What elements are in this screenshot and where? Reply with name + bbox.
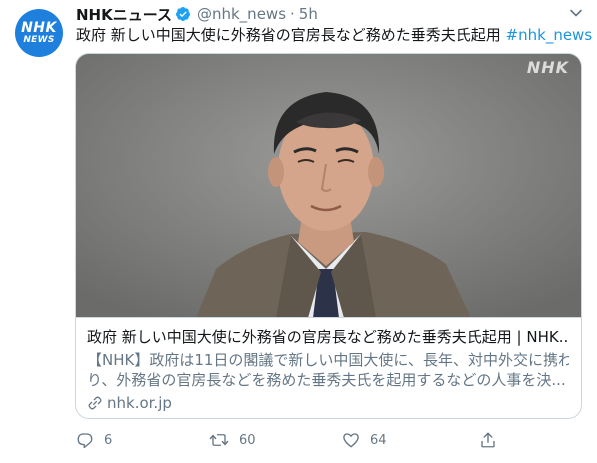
- portrait-illustration: [76, 54, 581, 317]
- card-image[interactable]: NHK: [76, 54, 581, 318]
- avatar[interactable]: NHK NEWS: [15, 9, 63, 57]
- link-card[interactable]: NHK 政府 新しい中国大使に外務省の官房長など務めた垂秀夫氏起用 | NHK.…: [75, 53, 582, 419]
- retweet-button[interactable]: 60: [209, 428, 256, 452]
- tweet-text: 政府 新しい中国大使に外務省の官房長など務めた垂秀夫氏起用 #nhk_news: [76, 25, 592, 45]
- share-button[interactable]: [479, 428, 507, 452]
- tweet-header: NHKニュース @nhk_news · 5h: [76, 4, 318, 24]
- verified-badge-icon: [175, 7, 190, 21]
- card-description-line: り、外務省の官房長などを務めた垂秀夫氏を起用するなどの人事を決...: [87, 371, 566, 389]
- tweet-actions: 6 60 64: [76, 428, 576, 452]
- retweet-count: 60: [239, 432, 256, 448]
- like-button[interactable]: 64: [342, 428, 387, 452]
- avatar-logo-text: NHK: [21, 20, 57, 36]
- reply-count: 6: [104, 432, 113, 448]
- card-image-watermark: NHK: [526, 58, 569, 77]
- tweet[interactable]: NHK NEWS NHKニュース @nhk_news · 5h 政府 新しい中国…: [0, 0, 597, 463]
- hashtag-link[interactable]: #nhk_news: [506, 26, 593, 44]
- tweet-body: 政府 新しい中国大使に外務省の官房長など務めた垂秀夫氏起用: [76, 26, 506, 44]
- card-description: 【NHK】政府は11日の閣議で新しい中国大使に、長年、対中外交に携わ り、外務省…: [87, 350, 569, 390]
- tweet-timestamp[interactable]: 5h: [299, 5, 318, 23]
- card-body[interactable]: 政府 新しい中国大使に外務省の官房長など務めた垂秀夫氏起用 | NHK... 【…: [76, 319, 581, 413]
- retweet-icon: [209, 434, 229, 446]
- reply-icon: [77, 433, 93, 449]
- like-count: 64: [370, 432, 387, 448]
- card-domain[interactable]: nhk.or.jp: [87, 393, 569, 413]
- link-icon: [88, 396, 102, 410]
- separator-dot: ·: [290, 5, 295, 23]
- card-description-line: 【NHK】政府は11日の閣議で新しい中国大使に、長年、対中外交に携わ: [87, 351, 569, 369]
- author-handle[interactable]: @nhk_news: [197, 5, 286, 23]
- reply-button[interactable]: 6: [76, 428, 112, 452]
- heart-icon: [343, 433, 359, 448]
- chevron-down-icon[interactable]: [569, 6, 583, 20]
- card-domain-text: nhk.or.jp: [107, 394, 172, 412]
- author-name[interactable]: NHKニュース: [76, 4, 172, 25]
- avatar-logo-subtext: NEWS: [23, 35, 55, 45]
- card-title[interactable]: 政府 新しい中国大使に外務省の官房長など務めた垂秀夫氏起用 | NHK...: [87, 327, 569, 347]
- share-icon: [481, 432, 495, 448]
